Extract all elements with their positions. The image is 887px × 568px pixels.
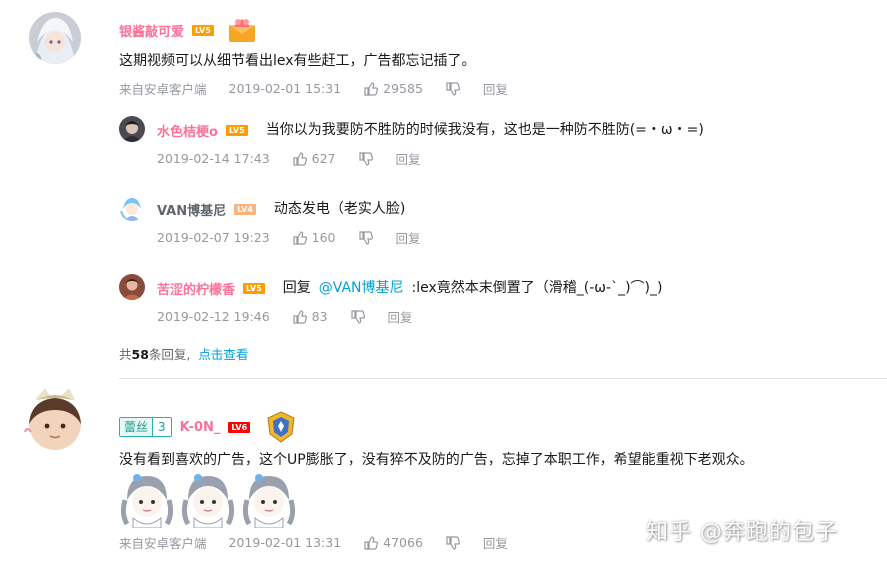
fan-badge[interactable]: 蕾丝 3: [119, 417, 172, 437]
like-button[interactable]: 627: [292, 151, 336, 167]
client-label: 来自安卓客户端: [119, 82, 207, 97]
like-count: 47066: [383, 535, 423, 550]
reply-meta: 2019-02-07 19:23 160 回复: [157, 228, 421, 247]
reply-text: :lex竟然本末倒置了（滑稽_(-ω-`_)⌒)_): [411, 280, 663, 296]
username[interactable]: 水色桔梗o: [157, 121, 218, 140]
like-icon: [292, 230, 308, 246]
username[interactable]: 苦涩的柠檬香: [157, 279, 235, 298]
badge-icon: [264, 410, 298, 444]
username[interactable]: K-0N_: [180, 420, 221, 435]
more-prefix: 共: [119, 347, 132, 362]
reply-button[interactable]: 回复: [396, 149, 421, 168]
reply-button[interactable]: 回复: [388, 307, 413, 326]
timestamp: 2019-02-12 19:46: [157, 309, 270, 324]
avatar[interactable]: [119, 116, 145, 142]
comment-text: 这期视频可以从细节看出lex有些赶工，广告都忘记插了。: [119, 53, 476, 69]
sticker-image: [180, 470, 235, 529]
more-suffix: 条回复,: [148, 347, 191, 362]
like-count: 83: [311, 309, 328, 324]
avatar[interactable]: [29, 12, 81, 64]
reply-meta: 2019-02-14 17:43 627 回复: [157, 149, 421, 168]
reply-text: 当你以为我要防不胜防的时候我没有，这也是一种防不胜防(=・ω・=): [265, 122, 704, 138]
like-count: 29585: [383, 81, 423, 96]
level-badge: LV5: [192, 24, 214, 36]
timestamp: 2019-02-14 17:43: [157, 151, 270, 166]
level-badge: LV4: [234, 203, 256, 215]
avatar[interactable]: [119, 195, 145, 221]
like-icon: [363, 81, 379, 97]
timestamp: 2019-02-07 19:23: [157, 230, 270, 245]
level-badge: LV6: [228, 421, 251, 433]
reply-count: 58: [131, 347, 149, 362]
comment-text: 没有看到喜欢的广告，这个UP膨胀了，没有猝不及防的广告，忘掉了本职工作，希望能重…: [119, 452, 754, 468]
comment-meta: 来自安卓客户端 2019-02-01 15:31 29585 回复: [119, 79, 508, 98]
username[interactable]: 银酱敲可爱: [119, 21, 184, 40]
sticker-row: [119, 470, 296, 529]
username[interactable]: VAN博基尼: [157, 200, 226, 219]
dislike-icon[interactable]: [358, 230, 374, 246]
avatar[interactable]: [119, 274, 145, 300]
like-icon: [292, 309, 308, 325]
sticker-image: [119, 470, 174, 529]
like-button[interactable]: 83: [292, 309, 328, 325]
reply-meta: 2019-02-12 19:46 83 回复: [157, 307, 413, 326]
timestamp: 2019-02-01 13:31: [228, 535, 342, 550]
like-button[interactable]: 29585: [363, 81, 423, 97]
like-count: 627: [311, 151, 336, 166]
mention-link[interactable]: @VAN博基尼: [319, 278, 404, 298]
dislike-icon[interactable]: [445, 535, 461, 551]
dislike-icon[interactable]: [445, 81, 461, 97]
like-count: 160: [311, 230, 336, 245]
avatar[interactable]: [24, 388, 81, 450]
sticker-image: [241, 470, 296, 529]
like-button[interactable]: 160: [292, 230, 336, 246]
like-icon: [292, 151, 308, 167]
reply-button[interactable]: 回复: [483, 79, 508, 98]
reply-button[interactable]: 回复: [396, 228, 421, 247]
reply-text: 动态发电（老实人脸): [273, 201, 406, 217]
emoji-sticker-icon: [226, 16, 258, 44]
fan-badge-level: 3: [152, 418, 171, 436]
divider: [119, 378, 887, 379]
timestamp: 2019-02-01 15:31: [228, 81, 342, 96]
more-replies: 共58条回复, 点击查看: [119, 344, 248, 363]
reply-button[interactable]: 回复: [483, 533, 508, 552]
comment-meta: 来自安卓客户端 2019-02-01 13:31 47066 回复: [119, 533, 508, 552]
watermark: 知乎 @奔跑的包子: [646, 520, 838, 545]
level-badge: LV5: [243, 282, 265, 294]
like-button[interactable]: 47066: [363, 535, 423, 551]
dislike-icon[interactable]: [350, 309, 366, 325]
view-more-link[interactable]: 点击查看: [198, 347, 248, 362]
level-badge: LV5: [225, 124, 248, 136]
client-label: 来自安卓客户端: [119, 536, 207, 551]
dislike-icon[interactable]: [358, 151, 374, 167]
fan-badge-name: 蕾丝: [120, 418, 153, 436]
reply-prefix: 回复: [282, 280, 311, 296]
like-icon: [363, 535, 379, 551]
